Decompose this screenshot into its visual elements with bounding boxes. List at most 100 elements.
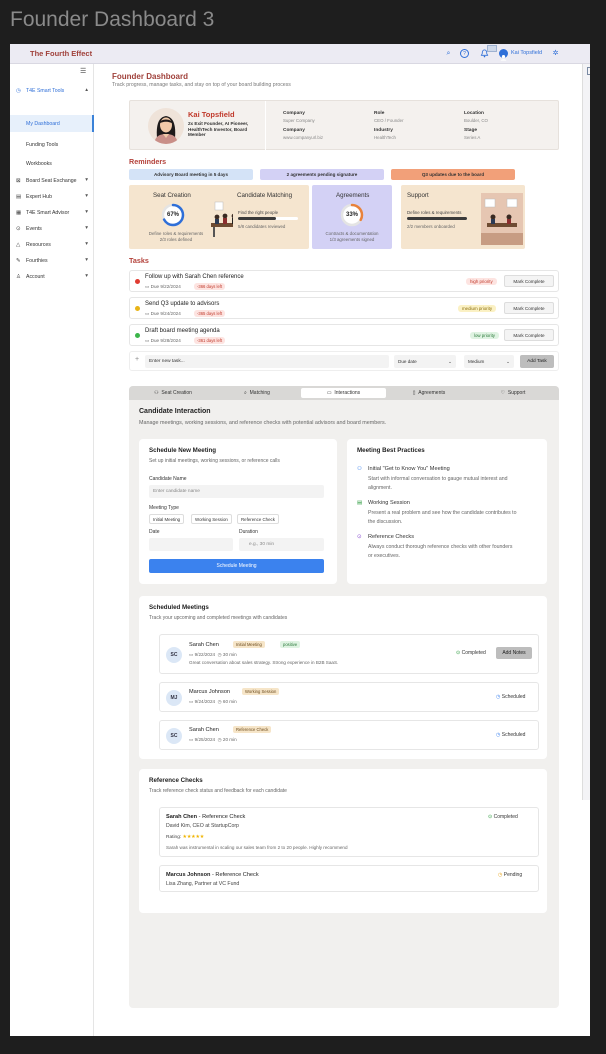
sidebar-item-resources[interactable]: △ Resources ▾	[10, 238, 94, 252]
interaction-title: Candidate Interaction	[139, 408, 211, 415]
field-value[interactable]: www.companyurl.biz	[283, 135, 323, 140]
field-value: CEO / Founder	[374, 118, 404, 123]
menu-icon[interactable]: ☰	[80, 67, 86, 75]
tab-agreements[interactable]: ▯ Agreements	[389, 388, 469, 398]
agreements-card[interactable]: Agreements 33% Contracts & documentation…	[312, 185, 392, 249]
priority-dot	[135, 306, 140, 311]
reminder-pill[interactable]: 2 agreements pending signature	[260, 169, 384, 180]
reference-row[interactable]: Marcus Johnson - Reference Check Lisa Zh…	[159, 865, 539, 892]
sidebar-item-smart-tools[interactable]: ◷ T4E Smart Tools ▴	[10, 84, 94, 98]
sidebar-item-my-dashboard[interactable]: My Dashboard	[26, 121, 60, 127]
field-value: Boulder, CO	[464, 118, 488, 123]
meeting-row[interactable]: SC Sarah Chen Reference Check ▭ 9/25/202…	[159, 720, 539, 750]
reminders-title: Reminders	[129, 157, 167, 166]
sidebar-item-board-seat-exchange[interactable]: ⊠ Board Seat Exchange ▾	[10, 174, 94, 188]
sidebar-item-workbooks[interactable]: Workbooks	[26, 161, 52, 167]
tab-matching[interactable]: ⌕ Matching	[217, 388, 297, 398]
meeting-type-working[interactable]: Working Session	[191, 514, 232, 524]
user-name[interactable]: Kai Topsfield	[511, 50, 542, 56]
profile-description: 2x Exit Founder, AI Pioneer, HealthTech …	[188, 121, 249, 138]
meeting-status-label: Scheduled	[501, 732, 526, 738]
sidebar-item-fourthies[interactable]: ✎ Fourthies ▾	[10, 254, 94, 268]
reference-row[interactable]: Sarah Chen - Reference Check David Kim, …	[159, 807, 539, 857]
reference-status-label: Pending	[503, 872, 523, 878]
due-date-value: Due date	[398, 359, 417, 364]
meeting-type-badge: Reference Check	[233, 726, 272, 733]
interaction-subtitle: Manage meetings, working sessions, and r…	[139, 420, 387, 426]
sidebar-item-smart-advisor[interactable]: ▦ T4E Smart Advisor ▾	[10, 206, 94, 220]
search-icon[interactable]: ⌕	[444, 49, 453, 58]
clock-icon: ◷	[498, 872, 503, 878]
clock-icon: ◷	[217, 652, 222, 657]
candidate-matching-card[interactable]: Candidate Matching Find the right people…	[233, 185, 309, 249]
card-title: Support	[407, 192, 429, 199]
reference-status: ◷ Pending	[498, 872, 522, 878]
meeting-row[interactable]: SC Sarah Chen Initial Meeting positive ▭…	[159, 634, 539, 674]
reference-name: Marcus Johnson	[166, 872, 211, 878]
new-task-row: + Enter new task... Due date ⌄ Medium ⌄ Ad…	[129, 351, 559, 371]
new-task-input[interactable]: Enter new task...	[145, 355, 389, 368]
meeting-meta: ▭ 9/25/2024 ◷ 20 min	[189, 737, 237, 743]
reference-status: ⊙ Completed	[488, 814, 518, 820]
task-row: Follow up with Sarah Chen reference ▭ Du…	[129, 270, 559, 292]
mark-complete-button[interactable]: Mark Complete	[504, 302, 554, 314]
profile-divider	[265, 101, 266, 151]
calendar-icon: ▭	[189, 699, 194, 704]
tab-interactions[interactable]: ▭ Interactions	[301, 388, 386, 398]
hub-icon: ▤	[16, 194, 22, 200]
right-scroll-panel[interactable]	[582, 64, 590, 800]
add-notes-button[interactable]: Add Notes	[496, 647, 532, 659]
add-task-button[interactable]: Add Task	[520, 355, 554, 368]
panel-toggle-icon[interactable]	[587, 67, 590, 75]
priority-select[interactable]: Medium ⌄	[464, 355, 514, 368]
meeting-type-reference[interactable]: Reference Check	[237, 514, 279, 524]
tab-seat-creation[interactable]: ⚇ Seat Creation	[133, 388, 213, 398]
mark-complete-button[interactable]: Mark Complete	[504, 329, 554, 341]
reminder-pill[interactable]: Advisory Board meeting in 5 days	[129, 169, 253, 180]
sidebar-item-events[interactable]: ⊙ Events ▾	[10, 222, 94, 236]
avatar[interactable]	[499, 49, 508, 61]
plus-icon: +	[135, 356, 140, 363]
meeting-meta: ▭ 9/24/2024 ◷ 60 min	[189, 699, 237, 705]
heart-icon: ♡	[500, 390, 506, 396]
best-practices-title: Meeting Best Practices	[357, 447, 425, 454]
meeting-type-badge: Initial Meeting	[233, 641, 265, 648]
page-title: Founder Dashboard	[112, 72, 189, 81]
task-title: Follow up with Sarah Chen reference	[145, 274, 244, 280]
chevron-down-icon: ⌄	[448, 359, 452, 364]
check-circle-icon: ⊙	[456, 650, 461, 656]
brand-logo[interactable]: The Fourth Effect	[30, 49, 92, 58]
meeting-type-label: Meeting Type	[149, 505, 179, 511]
settings-icon[interactable]: ✲	[551, 49, 560, 58]
clock-icon: ◷	[496, 732, 501, 738]
meeting-type-initial[interactable]: Initial Meeting	[149, 514, 185, 524]
calendar-icon: ▭	[189, 652, 194, 657]
due-date-select[interactable]: Due date ⌄	[394, 355, 456, 368]
support-card[interactable]: Support Define roles & requirements 2/2 …	[401, 185, 525, 249]
field-label: Industry	[374, 128, 393, 133]
reminder-pill[interactable]: Q3 updates due to the board	[391, 169, 515, 180]
meeting-name: Marcus Johnson	[189, 689, 231, 695]
progress-percent: 67%	[166, 212, 179, 218]
progress-bar-fill	[238, 217, 276, 220]
date-input[interactable]	[149, 538, 233, 551]
tab-label: Support	[507, 390, 526, 396]
schedule-meeting-button[interactable]: Schedule Meeting	[149, 559, 324, 573]
mark-complete-button[interactable]: Mark Complete	[504, 275, 554, 287]
sidebar-item-account[interactable]: ♙ Account ▾	[10, 270, 94, 284]
references-subtitle: Track reference check status and feedbac…	[149, 788, 287, 794]
priority-dot	[135, 333, 140, 338]
tab-support[interactable]: ♡ Support	[473, 388, 553, 398]
duration-input[interactable]: e.g., 30 min	[239, 538, 324, 551]
avatar: SC	[166, 728, 182, 744]
sidebar-item-funding-tools[interactable]: Funding Tools	[26, 142, 58, 148]
meeting-row[interactable]: MJ Marcus Johnson Working Session ▭ 9/24…	[159, 682, 539, 712]
help-icon[interactable]: ?	[460, 49, 469, 58]
clock-icon: ◷	[217, 737, 222, 742]
calendar-icon: ▭	[189, 737, 194, 742]
practice-title: Working Session	[368, 500, 410, 506]
sidebar-item-expert-hub[interactable]: ▤ Expert Hub ▾	[10, 190, 94, 204]
chevron-down-icon: ▾	[85, 273, 88, 279]
meeting-name: Sarah Chen	[189, 642, 219, 648]
candidate-name-input[interactable]: Enter candidate name	[149, 485, 324, 498]
